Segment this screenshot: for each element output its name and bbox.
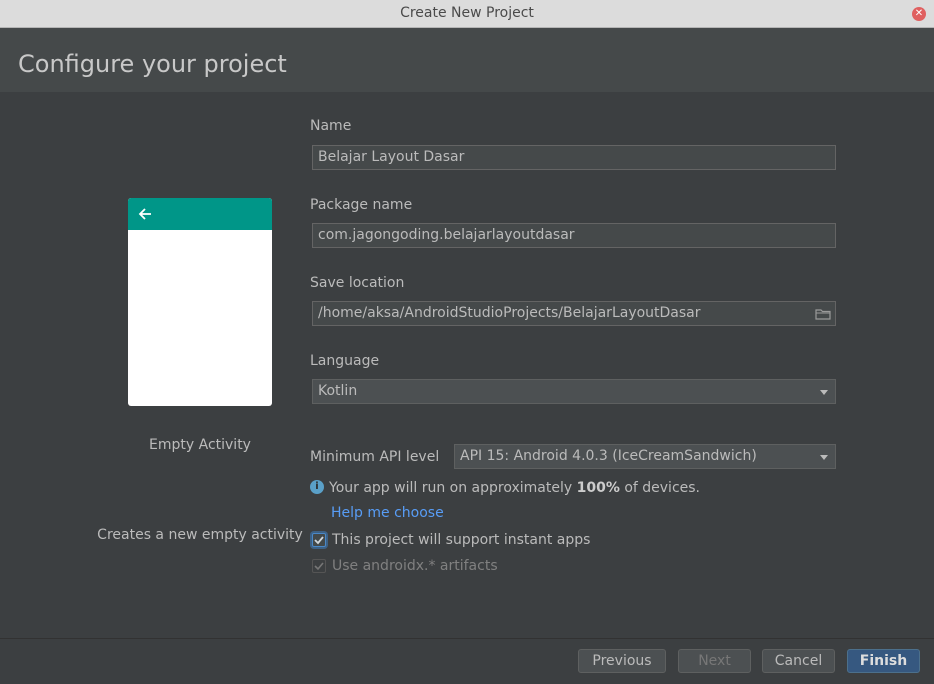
preview-toolbar	[128, 198, 272, 230]
next-button[interactable]: Next	[678, 649, 751, 673]
previous-button[interactable]: Previous	[578, 649, 666, 673]
chevron-down-icon	[820, 455, 828, 460]
name-label: Name	[310, 118, 352, 134]
min-api-label: Minimum API level	[310, 449, 440, 465]
help-me-choose-link[interactable]: Help me choose	[331, 505, 444, 521]
finish-button[interactable]: Finish	[847, 649, 920, 673]
title-bar: Create New Project ✕	[0, 0, 934, 28]
template-name: Empty Activity	[149, 437, 251, 453]
save-location-label: Save location	[310, 275, 405, 291]
window-title: Create New Project	[400, 5, 534, 21]
template-description: Creates a new empty activity	[97, 527, 303, 543]
save-location-value: /home/aksa/AndroidStudioProjects/Belajar…	[318, 305, 701, 321]
header: Configure your project	[0, 28, 934, 92]
template-preview	[128, 198, 272, 406]
back-arrow-icon	[138, 208, 151, 220]
language-label: Language	[310, 353, 380, 369]
checkmark-icon	[314, 562, 324, 571]
instant-apps-label: This project will support instant apps	[332, 532, 591, 548]
min-api-value: API 15: Android 4.0.3 (IceCreamSandwich)	[460, 448, 757, 464]
min-api-select[interactable]: API 15: Android 4.0.3 (IceCreamSandwich)	[454, 444, 836, 469]
save-location-input[interactable]: /home/aksa/AndroidStudioProjects/Belajar…	[312, 301, 836, 326]
androidx-label: Use androidx.* artifacts	[332, 558, 498, 574]
folder-icon[interactable]	[815, 307, 831, 321]
package-name-label: Package name	[310, 197, 413, 213]
device-coverage-text: Your app will run on approximately 100% …	[329, 480, 700, 496]
coverage-prefix: Your app will run on approximately	[329, 480, 577, 496]
coverage-percent: 100%	[576, 480, 620, 496]
coverage-suffix: of devices.	[619, 480, 700, 496]
chevron-down-icon	[820, 390, 828, 395]
checkmark-icon	[314, 536, 324, 545]
language-select[interactable]: Kotlin	[312, 379, 836, 404]
package-name-input[interactable]: com.jagongoding.belajarlayoutdasar	[312, 223, 836, 248]
androidx-checkbox	[312, 559, 326, 573]
info-icon: i	[310, 480, 324, 494]
cancel-button[interactable]: Cancel	[762, 649, 835, 673]
instant-apps-checkbox[interactable]	[312, 533, 326, 547]
page-title: Configure your project	[18, 50, 287, 78]
language-value: Kotlin	[318, 383, 358, 399]
name-input[interactable]: Belajar Layout Dasar	[312, 145, 836, 170]
footer-divider	[0, 638, 934, 639]
close-icon[interactable]: ✕	[912, 7, 926, 21]
